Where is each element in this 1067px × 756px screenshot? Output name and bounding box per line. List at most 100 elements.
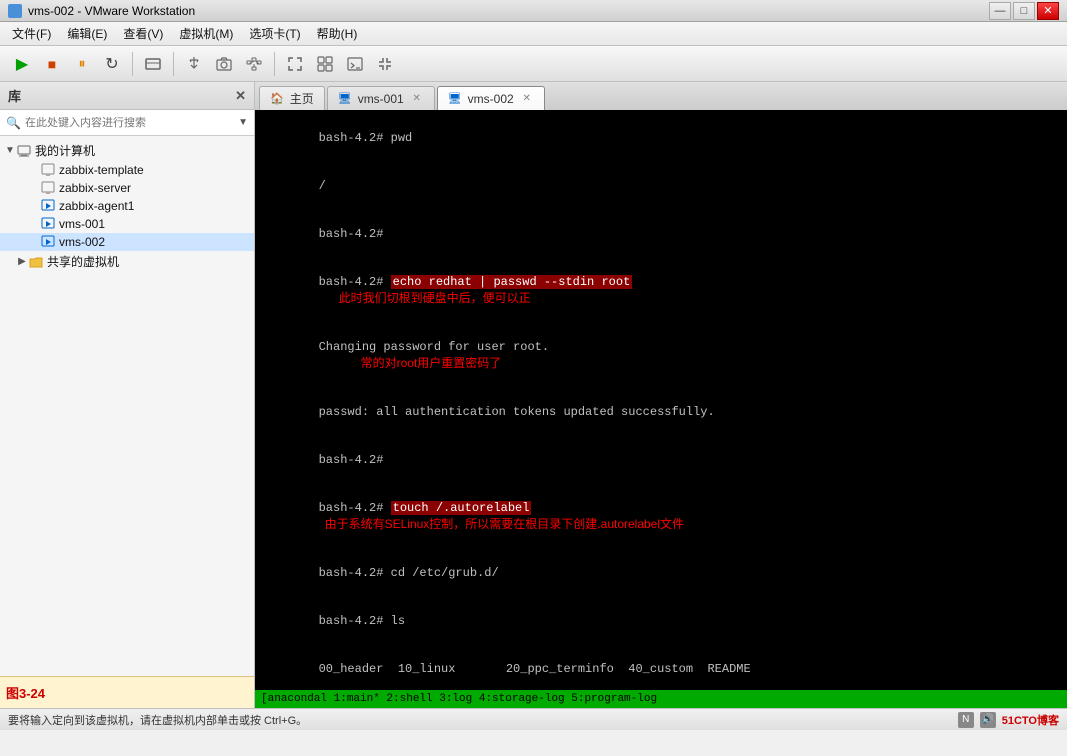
tree-item-vms-002[interactable]: vms-002	[0, 233, 254, 251]
tab-close-vms002[interactable]: ✕	[520, 92, 534, 106]
vms-002-label: vms-002	[59, 235, 105, 249]
annotation-2: 由于系统有SELinux控制，所以需要在根目录下创建.autorelabel文件	[325, 517, 684, 531]
tree-item-zabbix-server[interactable]: zabbix-server	[0, 179, 254, 197]
toolbar: ▶ ■ ⏸ ↻	[0, 46, 1067, 82]
minimize-button[interactable]: —	[989, 2, 1011, 20]
stop-button[interactable]: ■	[38, 50, 66, 78]
output-2: /	[319, 179, 326, 193]
menu-help[interactable]: 帮助(H)	[309, 23, 366, 44]
vm-running-icon	[40, 199, 56, 213]
term-line-3: bash-4.2#	[261, 210, 1061, 258]
send-ctrl-alt-del-button[interactable]	[139, 50, 167, 78]
cmd-highlight-2: touch /.autorelabel	[391, 501, 532, 515]
fullscreen-button[interactable]	[281, 50, 309, 78]
shared-label: 共享的虚拟机	[47, 253, 119, 270]
tree-item-shared[interactable]: ▶ 共享的虚拟机	[0, 251, 254, 272]
separator-3	[274, 52, 275, 76]
term-line-2: /	[261, 162, 1061, 210]
term-line-1: bash-4.2# pwd	[261, 114, 1061, 162]
vm-tab-icon: 🖥	[338, 92, 352, 105]
menu-tab[interactable]: 选项卡(T)	[241, 23, 308, 44]
menu-edit[interactable]: 编辑(E)	[59, 23, 115, 44]
tree-root-mycomputer[interactable]: ▼ 我的计算机	[0, 140, 254, 161]
annotation-1: 此时我们切根到硬盘中后，便可以正	[339, 291, 531, 305]
folder-icon	[28, 255, 44, 269]
terminal-status-text: [anacondal 1:main* 2:shell 3:log 4:stora…	[261, 693, 657, 705]
figure-label: 图3-24	[6, 686, 45, 701]
status-left-text: 要将输入定向到该虚拟机，请在虚拟机内部单击或按 Ctrl+G。	[8, 712, 307, 728]
computer-icon	[16, 144, 32, 158]
vm-icon	[8, 4, 22, 18]
main-area: 库 ✕ 🔍 ▼ ▼ 我的计算机 zabbix-temp	[0, 82, 1067, 708]
zabbix-server-label: zabbix-server	[59, 181, 131, 195]
sidebar-header: 库 ✕	[0, 82, 254, 110]
search-bar[interactable]: 🔍 ▼	[0, 110, 254, 136]
vms-001-label: vms-001	[59, 217, 105, 231]
separator-2	[173, 52, 174, 76]
network-button[interactable]	[240, 50, 268, 78]
sidebar: 库 ✕ 🔍 ▼ ▼ 我的计算机 zabbix-temp	[0, 82, 255, 708]
search-input[interactable]	[25, 117, 234, 129]
vm-running-icon	[40, 217, 56, 231]
zabbix-agent1-label: zabbix-agent1	[59, 199, 134, 213]
maximize-button[interactable]: □	[1013, 2, 1035, 20]
tab-close-vms001[interactable]: ✕	[410, 92, 424, 106]
console-button[interactable]	[341, 50, 369, 78]
separator-1	[132, 52, 133, 76]
prompt-7: bash-4.2#	[319, 501, 391, 515]
vm-icon	[40, 163, 56, 177]
terminal[interactable]: bash-4.2# pwd / bash-4.2# bash-4.2# echo…	[255, 110, 1067, 690]
vm-icon	[40, 181, 56, 195]
sidebar-bottom: 图3-24	[0, 676, 254, 708]
snapshot-button[interactable]	[210, 50, 238, 78]
sidebar-title: 库	[8, 86, 21, 105]
titlebar: vms-002 - VMware Workstation — □ ✕	[0, 0, 1067, 22]
home-icon: 🏠	[270, 92, 284, 105]
zabbix-template-label: zabbix-template	[59, 163, 144, 177]
exit-fullscreen-button[interactable]	[371, 50, 399, 78]
term-line-9: bash-4.2# ls	[261, 597, 1061, 645]
tab-home-label: 主页	[290, 90, 314, 107]
vm-tab-icon-2: 🖥	[448, 92, 462, 105]
unity-button[interactable]	[311, 50, 339, 78]
play-button[interactable]: ▶	[8, 50, 36, 78]
tree-item-zabbix-agent1[interactable]: zabbix-agent1	[0, 197, 254, 215]
term-line-10: 00_header 10_linux 20_ppc_terminfo 40_cu…	[261, 645, 1061, 690]
expand-icon: ▼	[4, 145, 16, 156]
tree-item-zabbix-template[interactable]: zabbix-template	[0, 161, 254, 179]
tree-area: ▼ 我的计算机 zabbix-template zab	[0, 136, 254, 676]
tab-vms002-label: vms-002	[468, 92, 514, 106]
tab-vms-002[interactable]: 🖥 vms-002 ✕	[437, 86, 545, 110]
menubar: 文件(F) 编辑(E) 查看(V) 虚拟机(M) 选项卡(T) 帮助(H)	[0, 22, 1067, 46]
tab-home[interactable]: 🏠 主页	[259, 86, 325, 110]
expand-icon: ▶	[16, 256, 28, 267]
search-icon: 🔍	[6, 116, 21, 130]
menu-vm[interactable]: 虚拟机(M)	[171, 23, 241, 44]
usb-button[interactable]	[180, 50, 208, 78]
network-status-icon: N	[958, 712, 974, 728]
tree-item-vms-001[interactable]: vms-001	[0, 215, 254, 233]
pause-button[interactable]: ⏸	[68, 50, 96, 78]
sidebar-close-icon[interactable]: ✕	[235, 88, 246, 104]
tab-vms-001[interactable]: 🖥 vms-001 ✕	[327, 86, 435, 110]
search-dropdown-icon[interactable]: ▼	[238, 117, 248, 128]
titlebar-title: vms-002 - VMware Workstation	[28, 4, 195, 18]
prompt-9: bash-4.2# ls	[319, 614, 405, 628]
term-annotation-line-1: Changing password for user root. 常的对root…	[261, 323, 1061, 388]
brand-text: 51CTO博客	[1002, 712, 1059, 728]
menu-file[interactable]: 文件(F)	[4, 23, 59, 44]
mycomputer-label: 我的计算机	[35, 142, 95, 159]
output-5: passwd: all authentication tokens update…	[319, 405, 715, 419]
refresh-button[interactable]: ↻	[98, 50, 126, 78]
vm-running-icon	[40, 235, 56, 249]
term-line-6: bash-4.2#	[261, 436, 1061, 484]
cmd-highlight-1: echo redhat | passwd --stdin root	[391, 275, 633, 289]
menu-view[interactable]: 查看(V)	[115, 23, 171, 44]
prompt-8: bash-4.2# cd /etc/grub.d/	[319, 566, 499, 580]
output-10: 00_header 10_linux 20_ppc_terminfo 40_cu…	[319, 662, 751, 676]
prompt-4: bash-4.2#	[319, 275, 391, 289]
prompt-1: bash-4.2# pwd	[319, 131, 413, 145]
close-button[interactable]: ✕	[1037, 2, 1059, 20]
audio-status-icon: 🔊	[980, 712, 996, 728]
terminal-status-bar: [anacondal 1:main* 2:shell 3:log 4:stora…	[255, 690, 1067, 708]
